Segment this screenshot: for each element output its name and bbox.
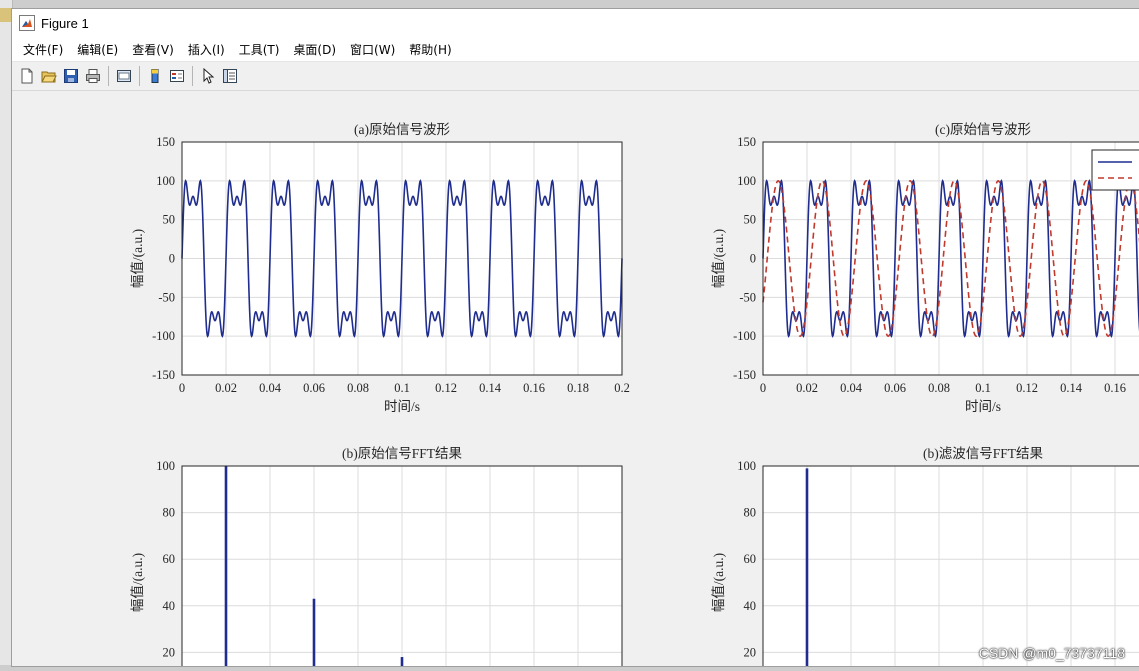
- toolbar-separator: [192, 66, 193, 86]
- menu-desktop[interactable]: 桌面(D): [286, 41, 343, 58]
- menu-view[interactable]: 查看(V): [125, 41, 181, 58]
- figure-toolbar: [12, 62, 1139, 91]
- chart-title: (b)滤波信号FFT结果: [923, 446, 1044, 461]
- x-tick-label: 0.2: [614, 381, 630, 395]
- x-tick-label: 0: [760, 381, 766, 395]
- y-tick-label: 100: [737, 459, 756, 473]
- y-tick-label: -100: [152, 329, 175, 343]
- legend-box: [1091, 149, 1139, 191]
- matlab-icon: [19, 15, 35, 31]
- y-tick-label: 150: [156, 135, 175, 149]
- x-tick-label: 0.18: [567, 381, 589, 395]
- y-tick-label: 80: [163, 506, 176, 520]
- y-axis-label: 幅值/(a.u.): [130, 229, 145, 288]
- y-tick-label: 60: [163, 552, 176, 566]
- insert-legend-icon[interactable]: [168, 67, 186, 85]
- y-tick-label: 0: [169, 252, 175, 266]
- chart-3: 100 80 60 40 20 (b)滤波信号FFT结果幅值/(a.u.): [711, 446, 1139, 671]
- window-title: Figure 1: [41, 15, 89, 31]
- y-tick-label: 100: [156, 174, 175, 188]
- y-tick-label: 60: [744, 552, 757, 566]
- y-axis-label: 幅值/(a.u.): [130, 553, 145, 612]
- menu-tools[interactable]: 工具(T): [232, 41, 287, 58]
- menu-file[interactable]: 文件(F): [16, 41, 70, 58]
- link-plot-icon[interactable]: [115, 67, 133, 85]
- y-axis-label: 幅值/(a.u.): [711, 229, 726, 288]
- chart-title: (a)原始信号波形: [354, 122, 450, 137]
- y-tick-label: 50: [163, 213, 176, 227]
- x-tick-label: 0.04: [259, 381, 282, 395]
- x-tick-label: 0.16: [1104, 381, 1126, 395]
- figure-plots: 0 0.02 0.04 0.06 0.08 0.1 0.12 0.14 0.16 0.18 0.2 1…: [130, 122, 1139, 671]
- chart-title: (b)原始信号FFT结果: [342, 446, 463, 461]
- y-tick-label: 0: [750, 252, 756, 266]
- y-tick-label: 40: [744, 599, 757, 613]
- x-tick-label: 0.02: [796, 381, 818, 395]
- x-tick-label: 0.06: [884, 381, 906, 395]
- y-tick-label: 80: [744, 506, 757, 520]
- y-axis-label: 幅值/(a.u.): [711, 553, 726, 612]
- x-tick-label: 0.16: [523, 381, 545, 395]
- plot-area: [763, 466, 1139, 671]
- chart-2: 100 80 60 40 20 (b)原始信号FFT结果幅值/(a.u.): [130, 446, 623, 671]
- y-tick-label: -100: [733, 329, 756, 343]
- x-tick-label: 0: [179, 381, 185, 395]
- menu-bar: 文件(F) 编辑(E) 查看(V) 插入(I) 工具(T) 桌面(D) 窗口(W…: [12, 37, 1139, 62]
- print-icon[interactable]: [84, 67, 102, 85]
- menu-edit[interactable]: 编辑(E): [70, 41, 125, 58]
- legend: [1091, 149, 1139, 191]
- y-tick-label: -50: [739, 290, 756, 304]
- save-icon[interactable]: [62, 67, 80, 85]
- toolbar-separator: [139, 66, 140, 86]
- y-tick-label: 50: [744, 213, 757, 227]
- x-tick-label: 0.06: [303, 381, 325, 395]
- y-tick-label: -50: [158, 290, 175, 304]
- menu-help[interactable]: 帮助(H): [402, 41, 458, 58]
- chart-1: 0 0.02 0.04 0.06 0.08 0.1 0.12 0.14 0.16 150 100 50…: [711, 122, 1139, 414]
- y-tick-label: -150: [733, 368, 756, 382]
- insert-colorbar-icon[interactable]: [146, 67, 164, 85]
- y-tick-label: 150: [737, 135, 756, 149]
- y-tick-label: -150: [152, 368, 175, 382]
- x-tick-label: 0.12: [435, 381, 457, 395]
- y-tick-label: 20: [744, 645, 757, 659]
- y-tick-label: 100: [737, 174, 756, 188]
- y-tick-label: 40: [163, 599, 176, 613]
- x-axis-label: 时间/s: [384, 399, 420, 414]
- chart-title: (c)原始信号波形: [935, 122, 1031, 137]
- y-tick-label: 100: [156, 459, 175, 473]
- figure-canvas: 0 0.02 0.04 0.06 0.08 0.1 0.12 0.14 0.16 0.18 0.2 1…: [12, 91, 1139, 671]
- x-tick-label: 0.1: [394, 381, 410, 395]
- x-tick-label: 0.08: [928, 381, 950, 395]
- title-bar[interactable]: Figure 1: [12, 9, 1139, 37]
- x-tick-label: 0.1: [975, 381, 991, 395]
- x-axis-label: 时间/s: [965, 399, 1001, 414]
- new-figure-icon[interactable]: [18, 67, 36, 85]
- pointer-icon[interactable]: [199, 67, 217, 85]
- watermark: CSDN @m0_73737118: [978, 645, 1125, 661]
- chart-0: 0 0.02 0.04 0.06 0.08 0.1 0.12 0.14 0.16 0.18 0.2 1…: [130, 122, 630, 414]
- property-inspector-icon[interactable]: [221, 67, 239, 85]
- x-tick-label: 0.14: [479, 381, 502, 395]
- x-tick-label: 0.04: [840, 381, 863, 395]
- x-tick-label: 0.14: [1060, 381, 1083, 395]
- x-tick-label: 0.12: [1016, 381, 1038, 395]
- x-tick-label: 0.02: [215, 381, 237, 395]
- x-tick-label: 0.08: [347, 381, 369, 395]
- toolbar-separator: [108, 66, 109, 86]
- menu-window[interactable]: 窗口(W): [343, 41, 402, 58]
- menu-insert[interactable]: 插入(I): [181, 41, 232, 58]
- figure-window: Figure 1 文件(F) 编辑(E) 查看(V) 插入(I) 工具(T) 桌…: [11, 8, 1139, 671]
- y-tick-label: 20: [163, 645, 176, 659]
- open-file-icon[interactable]: [40, 67, 58, 85]
